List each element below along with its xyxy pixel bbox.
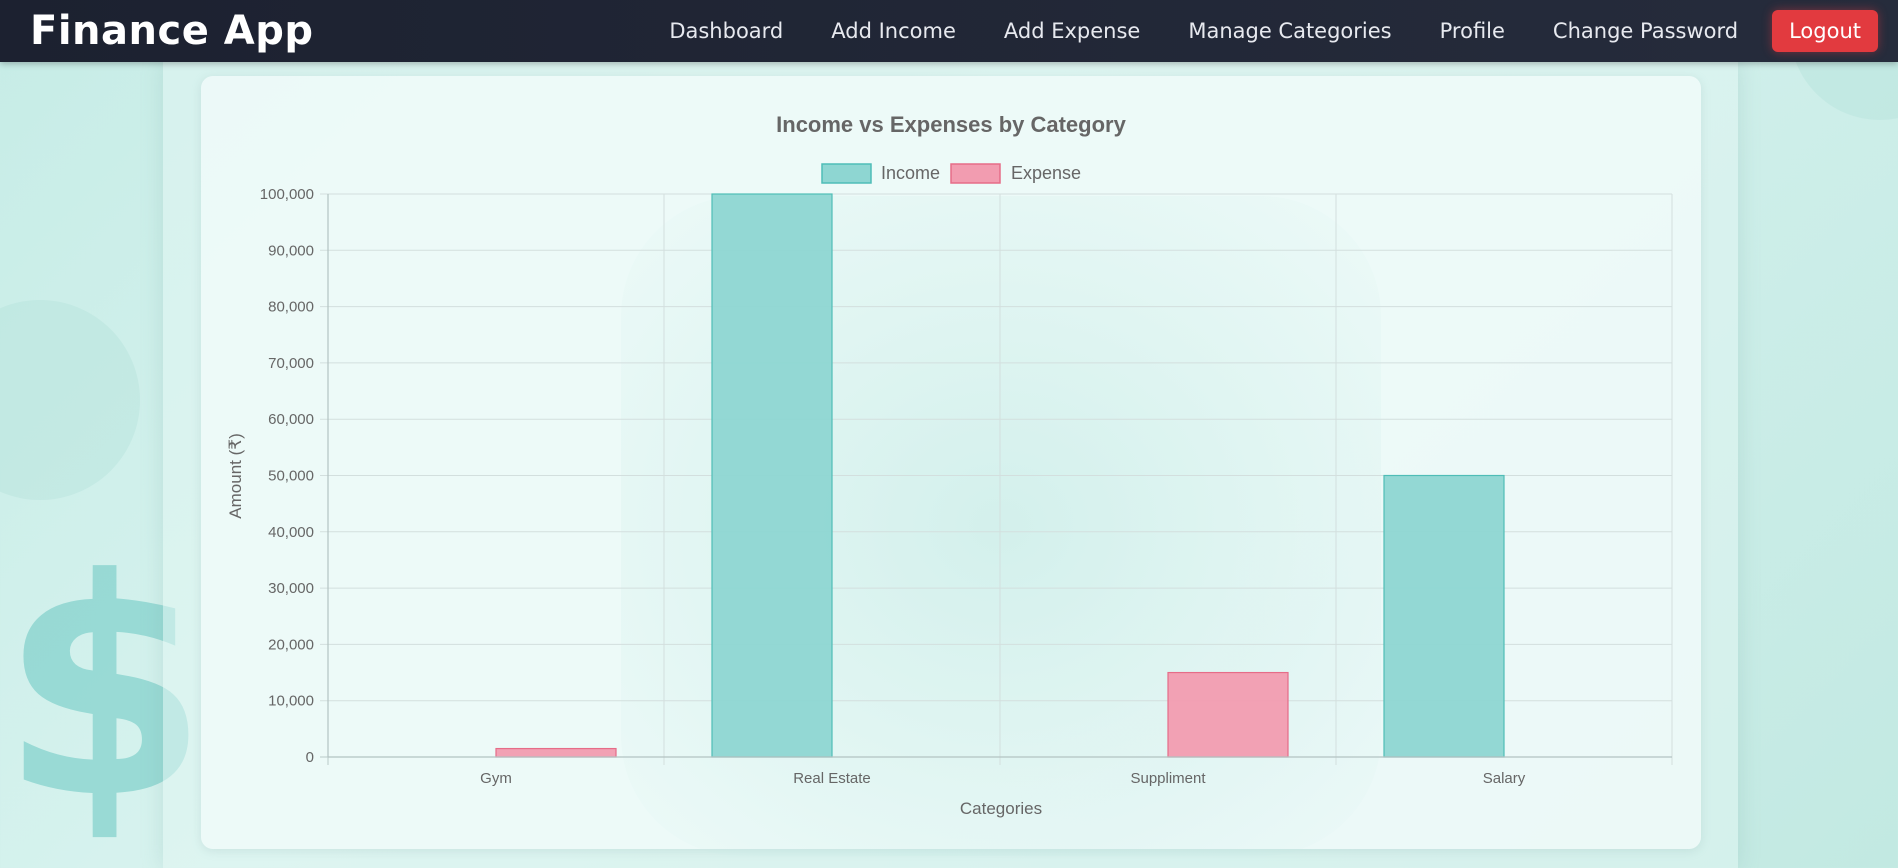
navbar: Finance App Dashboard Add Income Add Exp…	[0, 0, 1898, 62]
brand-logo[interactable]: Finance App	[30, 8, 313, 54]
background-decoration	[0, 300, 140, 500]
y-tick-label: 40,000	[268, 524, 314, 541]
y-tick-label: 60,000	[268, 411, 314, 428]
nav-dashboard[interactable]: Dashboard	[669, 19, 783, 43]
x-tick-label: Gym	[480, 770, 512, 787]
x-tick-label: Suppliment	[1130, 770, 1206, 787]
nav-links: Dashboard Add Income Add Expense Manage …	[669, 0, 1878, 62]
nav-manage-categories[interactable]: Manage Categories	[1188, 19, 1391, 43]
chart-card: 0 10,000 20,000 30,000 40,000 50,000 60,000 70,…	[201, 76, 1701, 856]
income-expense-chart: 0 10,000 20,000 30,000 40,000 50,000 60,000 70,…	[226, 112, 1673, 818]
chart-legend: Income Expense	[821, 163, 1081, 184]
nav-add-expense[interactable]: Add Expense	[1004, 19, 1140, 43]
income-bar-real-estate[interactable]	[711, 193, 833, 758]
income-bar-salary[interactable]	[1383, 474, 1505, 758]
legend-income-label[interactable]: Income	[881, 163, 940, 183]
y-tick-label: 50,000	[268, 468, 314, 485]
nav-profile[interactable]: Profile	[1440, 19, 1505, 43]
x-tick-label: Salary	[1483, 770, 1526, 787]
nav-change-password[interactable]: Change Password	[1553, 19, 1738, 43]
y-tick-label: 10,000	[268, 693, 314, 710]
y-tick-label: 70,000	[268, 355, 314, 372]
y-tick-label: 80,000	[268, 299, 314, 316]
x-axis-label: Categories	[960, 799, 1042, 818]
y-tick-label: 100,000	[260, 186, 314, 203]
y-axis-label: Amount (₹)	[226, 433, 245, 518]
expense-bar-gym[interactable]	[495, 747, 617, 758]
legend-income-swatch[interactable]	[821, 163, 872, 184]
y-tick-label: 90,000	[268, 242, 314, 259]
expense-bar-suppliment[interactable]	[1167, 671, 1289, 758]
legend-expense-label[interactable]: Expense	[1011, 163, 1081, 183]
chart-title: Income vs Expenses by Category	[776, 112, 1126, 137]
y-tick-label: 30,000	[268, 580, 314, 597]
x-tick-label: Real Estate	[793, 770, 871, 787]
y-tick-label: 20,000	[268, 636, 314, 653]
nav-add-income[interactable]: Add Income	[831, 19, 956, 43]
legend-expense-swatch[interactable]	[950, 163, 1001, 184]
y-tick-label: 0	[306, 749, 314, 766]
logout-button[interactable]: Logout	[1772, 10, 1878, 52]
